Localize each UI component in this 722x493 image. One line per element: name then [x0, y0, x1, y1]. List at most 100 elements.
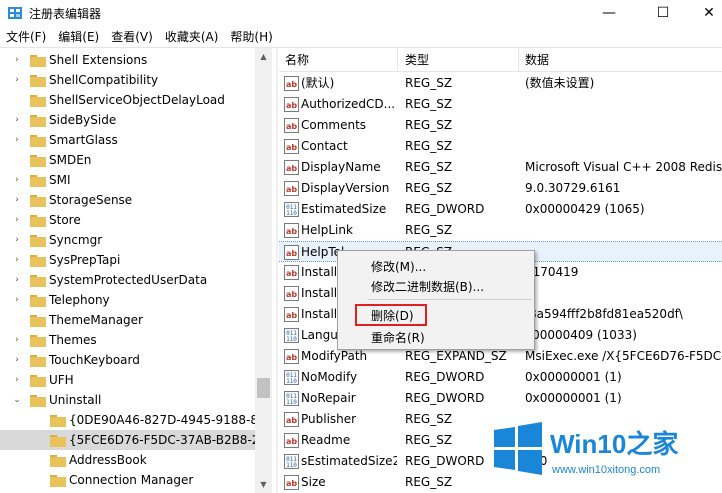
- value-data: 0x00000429 (1065): [525, 202, 645, 216]
- value-row[interactable]: ab DisplayName REG_SZ Microsoft Visual C++ …: [279, 157, 722, 178]
- tree-item[interactable]: › Telephony: [0, 290, 256, 310]
- tree-item[interactable]: › Syncmgr: [0, 230, 256, 250]
- svg-text:ab: ab: [286, 353, 297, 362]
- watermark-url: www.win10xitong.com: [552, 464, 661, 476]
- tree-item[interactable]: {5FCE6D76-F5DC-37AB-B2B8-22: [0, 430, 267, 450]
- tree-item[interactable]: SMDEn: [0, 150, 256, 170]
- value-type: REG_SZ: [405, 118, 453, 132]
- column-header-type[interactable]: 类型: [399, 48, 519, 72]
- value-row[interactable]: ab (默认) REG_SZ (数值未设置): [279, 73, 722, 94]
- chevron-right-icon[interactable]: ›: [12, 295, 22, 305]
- value-data: [525, 220, 722, 241]
- value-row[interactable]: ab HelpLink REG_SZ: [279, 220, 722, 241]
- menu-help[interactable]: 帮助(H): [224, 27, 278, 47]
- column-header-data[interactable]: 数据: [519, 48, 722, 72]
- tree-item[interactable]: › SysPrepTapi: [0, 250, 256, 270]
- chevron-right-icon[interactable]: ›: [12, 255, 22, 265]
- scroll-down-icon[interactable]: ▼: [255, 476, 272, 493]
- menu-favorites[interactable]: 收藏夹(A): [159, 27, 225, 47]
- value-data: x00000409 (1033): [525, 328, 637, 342]
- value-row[interactable]: ab Contact REG_SZ: [279, 136, 722, 157]
- tree-scrollbar-thumb[interactable]: [257, 378, 270, 398]
- tree-item[interactable]: › Shell Extensions: [0, 50, 256, 70]
- chevron-down-icon[interactable]: ⌄: [12, 395, 22, 405]
- tree-item[interactable]: › SmartGlass: [0, 130, 256, 150]
- scroll-up-icon[interactable]: ▲: [255, 48, 272, 65]
- chevron-right-icon[interactable]: ›: [12, 335, 22, 345]
- string-value-icon: ab: [284, 286, 299, 301]
- chevron-right-icon[interactable]: ›: [12, 275, 22, 285]
- chevron-right-icon[interactable]: ›: [12, 135, 22, 145]
- chevron-right-icon[interactable]: ›: [12, 75, 22, 85]
- string-value-icon: ab: [284, 223, 299, 238]
- tree-item[interactable]: › TouchKeyboard: [0, 350, 256, 370]
- folder-icon: [30, 335, 46, 347]
- value-name: Publisher: [301, 412, 357, 426]
- tree-item[interactable]: › UFH: [0, 370, 256, 390]
- svg-text:ab: ab: [286, 311, 297, 320]
- menu-view[interactable]: 查看(V): [105, 27, 159, 47]
- value-row[interactable]: ab DisplayVersion REG_SZ 9.0.30729.6161: [279, 178, 722, 199]
- string-value-icon: ab: [284, 160, 299, 175]
- tree-item[interactable]: › Themes: [0, 330, 256, 350]
- chevron-right-icon[interactable]: [12, 315, 22, 325]
- chevron-right-icon[interactable]: [32, 435, 42, 445]
- tree-item[interactable]: › Store: [0, 210, 256, 230]
- maximize-button[interactable]: ☐: [640, 0, 686, 26]
- tree-item[interactable]: › SideBySide: [0, 110, 256, 130]
- context-modify-binary[interactable]: 修改二进制数据(B)...: [371, 278, 484, 295]
- value-row[interactable]: 011 110 NoModify REG_DWORD 0x00000001 (1): [279, 367, 722, 388]
- chevron-right-icon[interactable]: [32, 475, 42, 485]
- tree-item[interactable]: › StorageSense: [0, 190, 256, 210]
- context-rename[interactable]: 重命名(R): [371, 329, 425, 346]
- value-row[interactable]: 011 110 NoRepair REG_DWORD 0x00000001 (1): [279, 388, 722, 409]
- value-data: [525, 136, 722, 157]
- chevron-right-icon[interactable]: [12, 95, 22, 105]
- chevron-right-icon[interactable]: ›: [12, 375, 22, 385]
- value-type: REG_SZ: [405, 160, 453, 174]
- close-button[interactable]: ✕: [686, 0, 722, 26]
- chevron-right-icon[interactable]: [32, 455, 42, 465]
- chevron-right-icon[interactable]: ›: [12, 195, 22, 205]
- tree-item[interactable]: ⌄ Uninstall: [0, 390, 256, 410]
- tree-item-label: SMDEn: [49, 153, 92, 167]
- tree-item[interactable]: › SMI: [0, 170, 256, 190]
- tree-item[interactable]: › SystemProtectedUserData: [0, 270, 256, 290]
- folder-icon: [30, 315, 46, 327]
- registry-tree[interactable]: › Shell Extensions › ShellCompatibility Shel…: [0, 48, 272, 493]
- binary-value-icon: 011110: [284, 202, 299, 217]
- context-modify[interactable]: 修改(M)...: [371, 258, 426, 275]
- menu-edit[interactable]: 编辑(E): [52, 27, 105, 47]
- binary-value-icon: 011110: [284, 454, 299, 469]
- chevron-right-icon[interactable]: ›: [12, 175, 22, 185]
- tree-item[interactable]: ShellServiceObjectDelayLoad: [0, 90, 256, 110]
- value-row[interactable]: ab AuthorizedCD... REG_SZ: [279, 94, 722, 115]
- tree-item-label: ShellCompatibility: [49, 73, 159, 87]
- chevron-right-icon[interactable]: ›: [12, 115, 22, 125]
- tree-item[interactable]: ThemeManager: [0, 310, 256, 330]
- tree-item[interactable]: › ShellCompatibility: [0, 70, 256, 90]
- value-row[interactable]: 011 110 EstimatedSize REG_DWORD 0x00000429 (…: [279, 199, 722, 220]
- chevron-right-icon[interactable]: ›: [12, 55, 22, 65]
- chevron-right-icon[interactable]: [32, 415, 42, 425]
- tree-scrollbar[interactable]: ▲ ▼: [255, 48, 272, 493]
- tree-item-label: Connection Manager: [69, 473, 194, 487]
- tree-item[interactable]: {0DE90A46-827D-4945-9188-877: [0, 410, 272, 430]
- folder-icon: [50, 455, 66, 467]
- folder-icon: [30, 295, 46, 307]
- chevron-right-icon[interactable]: ›: [12, 215, 22, 225]
- value-name: Size: [301, 475, 326, 489]
- value-row[interactable]: ab Comments REG_SZ: [279, 115, 722, 136]
- chevron-right-icon[interactable]: [12, 155, 22, 165]
- chevron-right-icon[interactable]: ›: [12, 235, 22, 245]
- value-data: [525, 115, 722, 136]
- chevron-right-icon[interactable]: ›: [12, 355, 22, 365]
- tree-item[interactable]: AddressBook: [0, 450, 256, 470]
- menu-file[interactable]: 文件(F): [0, 27, 52, 47]
- string-value-icon: ab: [284, 76, 299, 91]
- tree-item-label: Store: [49, 213, 81, 227]
- minimize-button[interactable]: —: [586, 0, 632, 26]
- column-header-name[interactable]: 名称: [279, 48, 398, 72]
- pane-splitter[interactable]: [276, 48, 278, 493]
- tree-item[interactable]: Connection Manager: [0, 470, 256, 490]
